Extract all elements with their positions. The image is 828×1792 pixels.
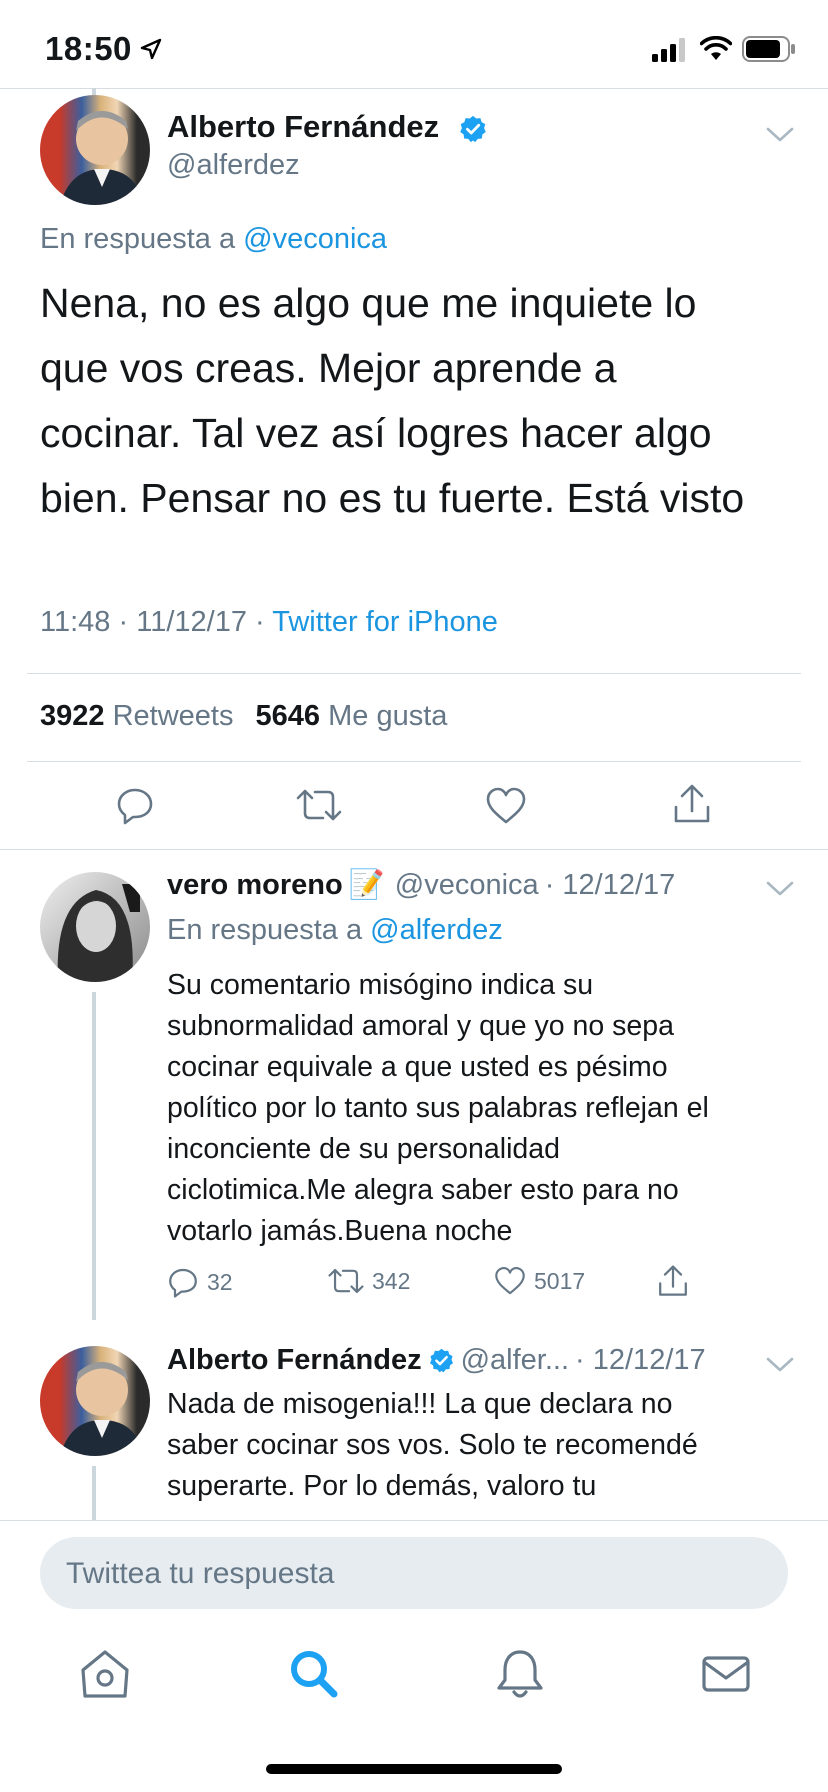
tweet-meta: 11:48 · 11/12/17 · Twitter for iPhone: [40, 606, 498, 639]
messages-icon[interactable]: [698, 1646, 754, 1702]
chevron-down-icon[interactable]: [766, 126, 794, 144]
reply-date: · 12/12/17: [575, 1344, 706, 1376]
reply-date: · 12/12/17: [544, 868, 676, 901]
likes-count: 5646: [255, 700, 321, 732]
profile-photo: [60, 111, 144, 205]
reply-icon[interactable]: [115, 785, 155, 825]
reply-text-line: Su comentario misógino indica su: [167, 969, 594, 1001]
reply-header: Alberto Fernández @alfer... · 12/12/17: [167, 1344, 706, 1377]
profile-photo: [60, 1362, 144, 1456]
reply-count: 32: [207, 1268, 233, 1295]
retweets-count: 3922: [40, 700, 105, 732]
reply-text-line: subnormalidad amoral y que yo no sepa: [167, 1010, 674, 1042]
home-icon[interactable]: [77, 1646, 133, 1702]
like-icon: [495, 1266, 525, 1295]
reply-text-line: saber cocinar sos vos. Solo te recomendé: [167, 1429, 698, 1461]
thread-line: [92, 992, 96, 1320]
retweet-count: 342: [372, 1267, 411, 1294]
retweets-label: Retweets: [112, 700, 234, 732]
author-name[interactable]: vero moreno: [167, 869, 343, 902]
search-icon[interactable]: [286, 1646, 342, 1702]
like-count: 5017: [534, 1267, 586, 1294]
meta-separator: ·: [255, 606, 265, 638]
reply-composer[interactable]: [40, 1537, 788, 1611]
reply-header: vero moreno 📝 @veconica · 12/12/17: [167, 868, 675, 902]
reply-text-line: inconciente de su personalidad: [167, 1133, 560, 1165]
avatar[interactable]: [40, 872, 150, 982]
reply-to-link[interactable]: @alferdez: [370, 914, 503, 946]
verified-badge-icon: [460, 115, 486, 143]
retweet-icon[interactable]: [296, 787, 342, 823]
location-arrow-icon: [140, 38, 162, 60]
avatar[interactable]: [40, 1346, 150, 1456]
tweet-text-line: bien. Pensar no es tu fuerte. Está visto: [40, 475, 745, 521]
engagement-stats: 3922 Retweets 5646 Me gusta: [40, 700, 447, 733]
cellular-signal-icon: [652, 38, 685, 62]
tweet-date: 11/12/17: [136, 606, 247, 638]
retweet-action[interactable]: 342: [328, 1266, 410, 1296]
tweet-text-line: Nena, no es algo que me inquiete lo: [40, 280, 697, 326]
reply-input[interactable]: [64, 1537, 768, 1611]
avatar[interactable]: [40, 95, 150, 205]
wifi-icon: [700, 36, 732, 60]
verified-badge-icon: [429, 1348, 453, 1373]
notifications-icon[interactable]: [492, 1646, 548, 1702]
memo-emoji: 📝: [348, 869, 385, 901]
reply-prefix: En respuesta a: [40, 223, 236, 255]
tweet-source-link[interactable]: Twitter for iPhone: [272, 606, 498, 638]
reply-tweet: Alberto Fernández @alfer... · 12/12/17 N…: [0, 1320, 828, 1520]
tweet-text-line: cocinar. Tal vez así logres hacer algo: [40, 410, 712, 456]
chevron-down-icon[interactable]: [766, 1356, 794, 1374]
reply-context: En respuesta a @veconica: [40, 223, 387, 256]
retweets-stat[interactable]: 3922 Retweets: [40, 700, 242, 732]
profile-photo: [57, 884, 140, 982]
share-icon[interactable]: [657, 1264, 689, 1298]
like-action[interactable]: 5017: [494, 1266, 585, 1296]
tweet-time: 11:48: [40, 606, 111, 638]
reply-to-link[interactable]: @veconica: [243, 223, 387, 255]
reply-context: En respuesta a @alferdez: [167, 914, 503, 947]
author-handle[interactable]: @alferdez: [167, 149, 300, 182]
reply-text-line: votarlo jamás.Buena noche: [167, 1215, 513, 1247]
main-tweet: Alberto Fernández @alferdez En respuesta…: [0, 89, 828, 849]
reply-text-line: superarte. Por lo demás, valoro tu: [167, 1470, 597, 1502]
reply-text: Su comentario misógino indica su subnorm…: [167, 965, 817, 1252]
reply-text-line: ciclotimica.Me alegra saber esto para no: [167, 1174, 679, 1206]
retweet-icon: [328, 1268, 364, 1294]
like-icon[interactable]: [485, 787, 527, 825]
reply-action[interactable]: 32: [167, 1266, 233, 1298]
likes-stat[interactable]: 5646 Me gusta: [256, 700, 448, 732]
tweet-text: Nena, no es algo que me inquiete lo que …: [40, 271, 820, 531]
reply-text-line: cocinar equivale a que usted es pésimo: [167, 1051, 668, 1083]
reply-icon: [169, 1268, 197, 1298]
tweet-text-line: que vos creas. Mejor aprende a: [40, 345, 617, 391]
author-handle[interactable]: @veconica: [395, 869, 539, 902]
divider: [27, 673, 801, 674]
home-indicator: [266, 1764, 562, 1774]
author-name[interactable]: Alberto Fernández: [167, 1344, 422, 1377]
reply-text: Nada de misogenia!!! La que declara no s…: [167, 1384, 817, 1507]
reply-tweet: vero moreno 📝 @veconica · 12/12/17 En re…: [0, 850, 828, 1320]
composer-divider: [0, 1520, 828, 1521]
meta-separator: ·: [118, 606, 129, 638]
chevron-down-icon[interactable]: [766, 880, 794, 898]
reply-text-line: político por lo tanto sus palabras refle…: [167, 1092, 709, 1124]
status-time: 18:50: [45, 30, 132, 67]
divider: [27, 761, 801, 762]
status-bar: 18:50: [0, 0, 828, 88]
reply-prefix: En respuesta a: [167, 914, 363, 946]
author-handle[interactable]: @alfer...: [461, 1344, 569, 1377]
reply-text-line: Nada de misogenia!!! La que declara no: [167, 1388, 673, 1420]
likes-label: Me gusta: [328, 700, 448, 732]
share-icon[interactable]: [672, 783, 712, 825]
thread-line: [92, 1466, 96, 1520]
battery-icon: [742, 36, 795, 62]
author-name[interactable]: Alberto Fernández: [167, 109, 439, 145]
